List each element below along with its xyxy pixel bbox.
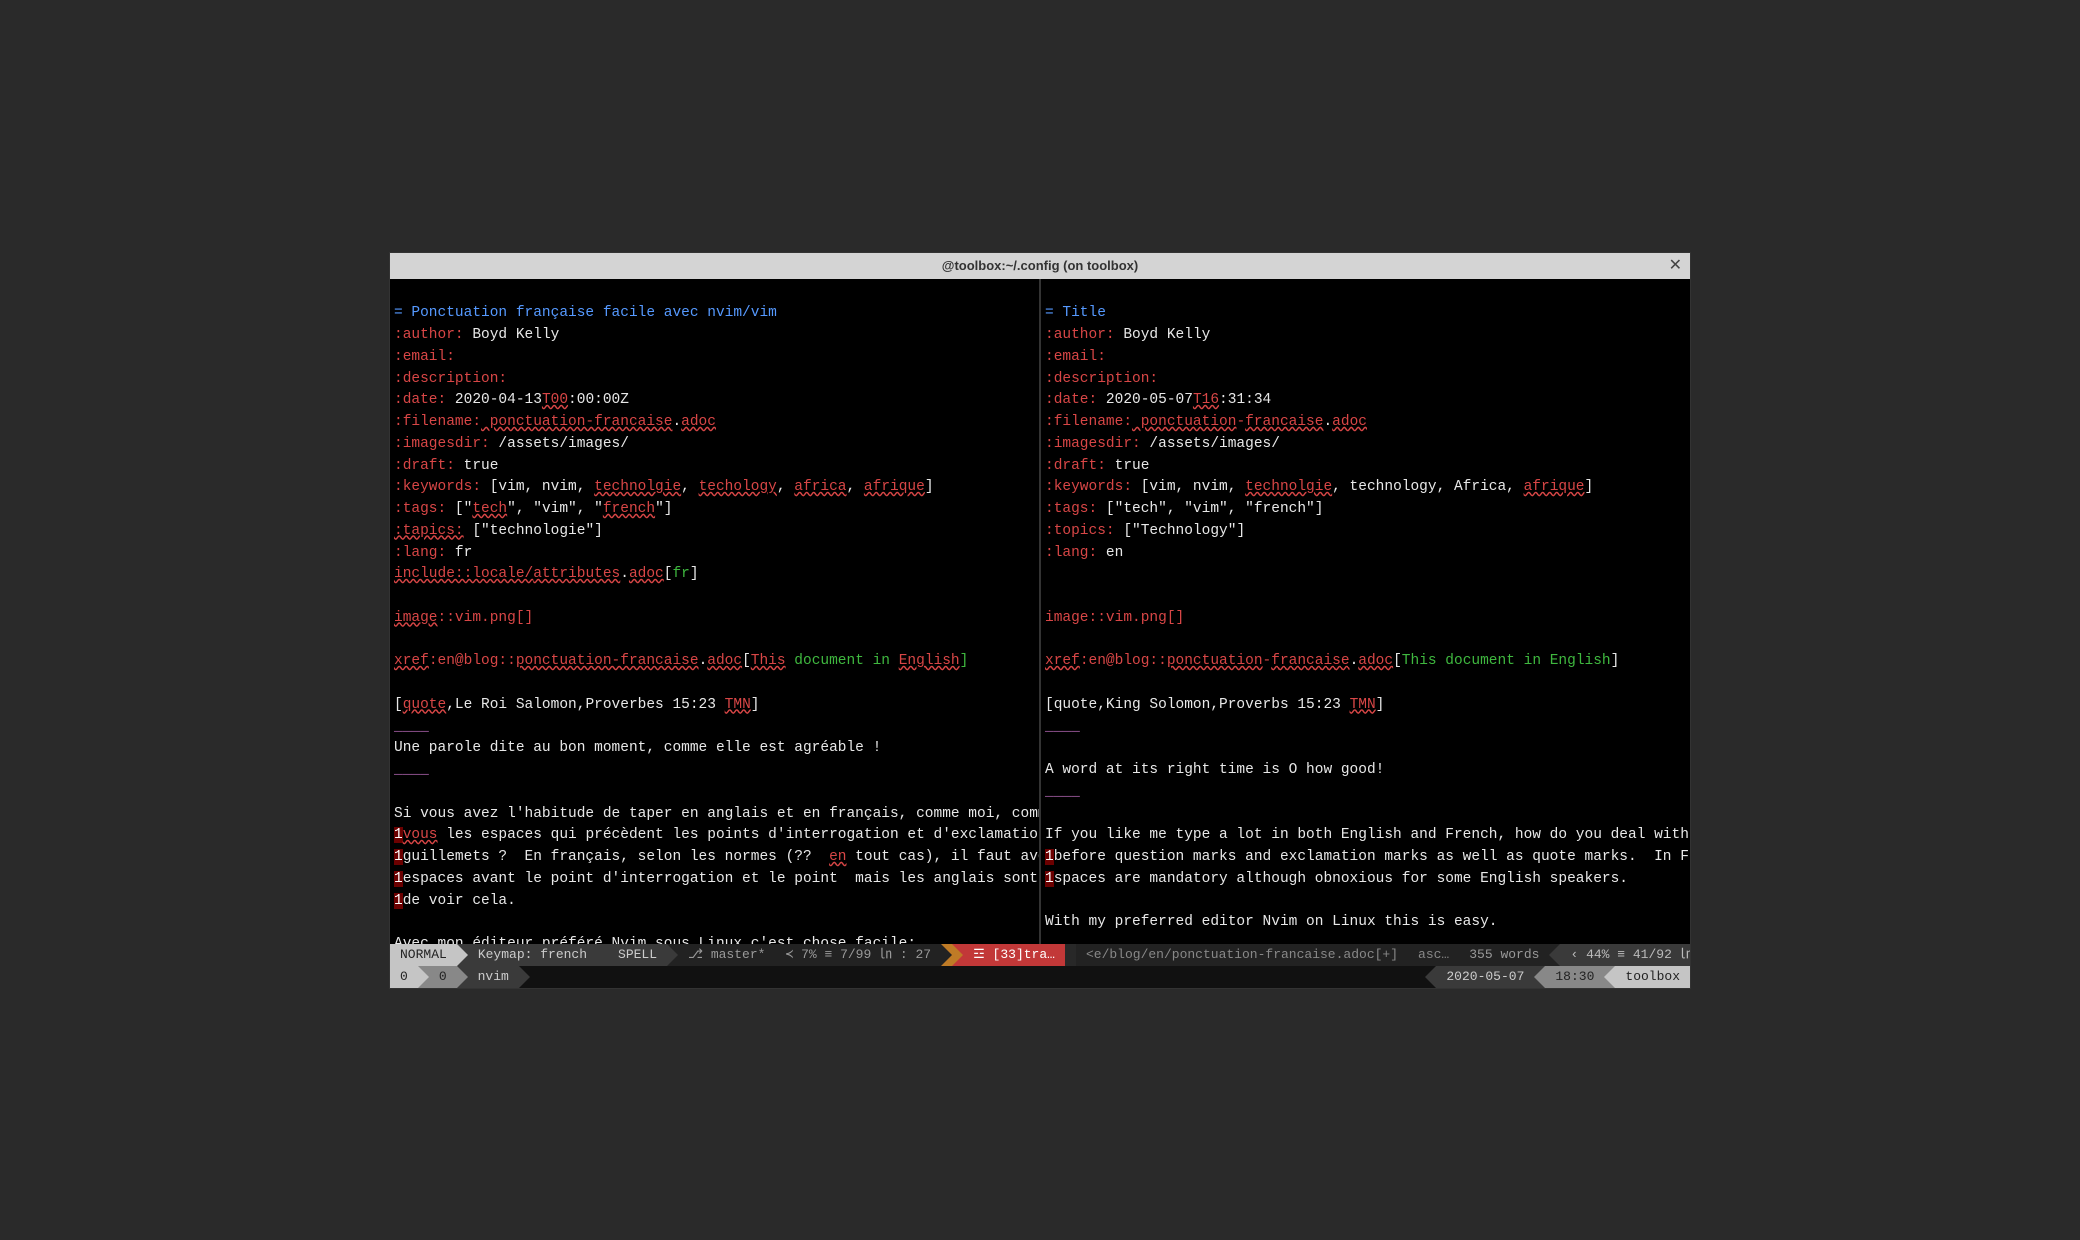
- terminal-window: @toolbox:~/.config (on toolbox) ✕ = Ponc…: [389, 252, 1691, 989]
- separator-icon: [597, 944, 608, 966]
- filename: <e/blog/en/ponctuation-francaise.adoc[+]: [1076, 944, 1408, 966]
- separator-icon: [519, 966, 530, 988]
- word-count: 355 words: [1459, 944, 1549, 966]
- encoding: asc…: [1408, 944, 1459, 966]
- git-branch: ⎇ master*: [678, 944, 775, 966]
- right-pane[interactable]: = Title :author: Boyd Kelly :email: :des…: [1041, 279, 1690, 944]
- warnings: ☲ [33]tra…: [963, 944, 1065, 966]
- attr-desc-key: :description:: [394, 371, 507, 387]
- status-left: NORMAL Keymap: french SPELL ⎇ master* ≺ …: [390, 944, 1065, 966]
- tmux-bar: 0 0 nvim 2020-05-07 18:30 toolbox: [390, 966, 1690, 988]
- attr-fname-key: :filename:: [394, 414, 481, 430]
- date-t: T00: [542, 392, 568, 408]
- position-indicator: ≺ 7% ≡ 7/99 ㏑ : 27: [775, 944, 941, 966]
- quote-line: ____: [394, 719, 429, 735]
- status-right: <e/blog/en/ponctuation-francaise.adoc[+]…: [1065, 944, 1690, 966]
- left-pane[interactable]: = Ponctuation française facile avec nvim…: [390, 279, 1041, 944]
- attr-author: Boyd Kelly: [464, 327, 560, 343]
- separator-icon: [1549, 944, 1560, 966]
- separator-icon: [1604, 966, 1615, 988]
- attr-imgd-key: :imagesdir:: [394, 436, 490, 452]
- separator-icon: [457, 966, 468, 988]
- window-title: @toolbox:~/.config (on toolbox): [942, 256, 1138, 276]
- window-id[interactable]: 0: [429, 966, 457, 988]
- process-name[interactable]: nvim: [468, 966, 519, 988]
- doc-title: Ponctuation française facile avec nvim/v…: [411, 305, 776, 321]
- close-icon[interactable]: ✕: [1669, 254, 1682, 278]
- doc-title-marker: =: [394, 305, 411, 321]
- session-id[interactable]: 0: [390, 966, 418, 988]
- hostname: toolbox: [1615, 966, 1690, 988]
- tmux-fill: [530, 966, 1426, 988]
- separator-icon: [667, 944, 678, 966]
- mode-indicator: NORMAL: [390, 944, 457, 966]
- spell-indicator: SPELL: [608, 944, 667, 966]
- date: 2020-05-07: [1436, 966, 1534, 988]
- titlebar[interactable]: @toolbox:~/.config (on toolbox) ✕: [390, 253, 1690, 279]
- fold-marker: 1: [394, 827, 403, 843]
- date-pre: 2020-04-13: [446, 392, 542, 408]
- fname-a: ponctuation-francaise: [481, 414, 672, 430]
- attr-author-key: :author:: [394, 327, 464, 343]
- separator-icon: [1534, 966, 1545, 988]
- status-bar: NORMAL Keymap: french SPELL ⎇ master* ≺ …: [390, 944, 1690, 966]
- separator-icon: [952, 944, 963, 966]
- separator-icon: [941, 944, 952, 966]
- date-post: :00:00Z: [568, 392, 629, 408]
- attr-date-key: :date:: [394, 392, 446, 408]
- separator-icon: [1425, 966, 1436, 988]
- separator-icon: [1065, 944, 1076, 966]
- separator-icon: [457, 944, 468, 966]
- editor-content: = Ponctuation française facile avec nvim…: [390, 279, 1690, 944]
- keymap-indicator: Keymap: french: [468, 944, 597, 966]
- attr-email-key: :email:: [394, 349, 455, 365]
- position: ‹ 44% ≡ 41/92 ㏑ : 1: [1560, 944, 1690, 966]
- separator-icon: [418, 966, 429, 988]
- time: 18:30: [1545, 966, 1604, 988]
